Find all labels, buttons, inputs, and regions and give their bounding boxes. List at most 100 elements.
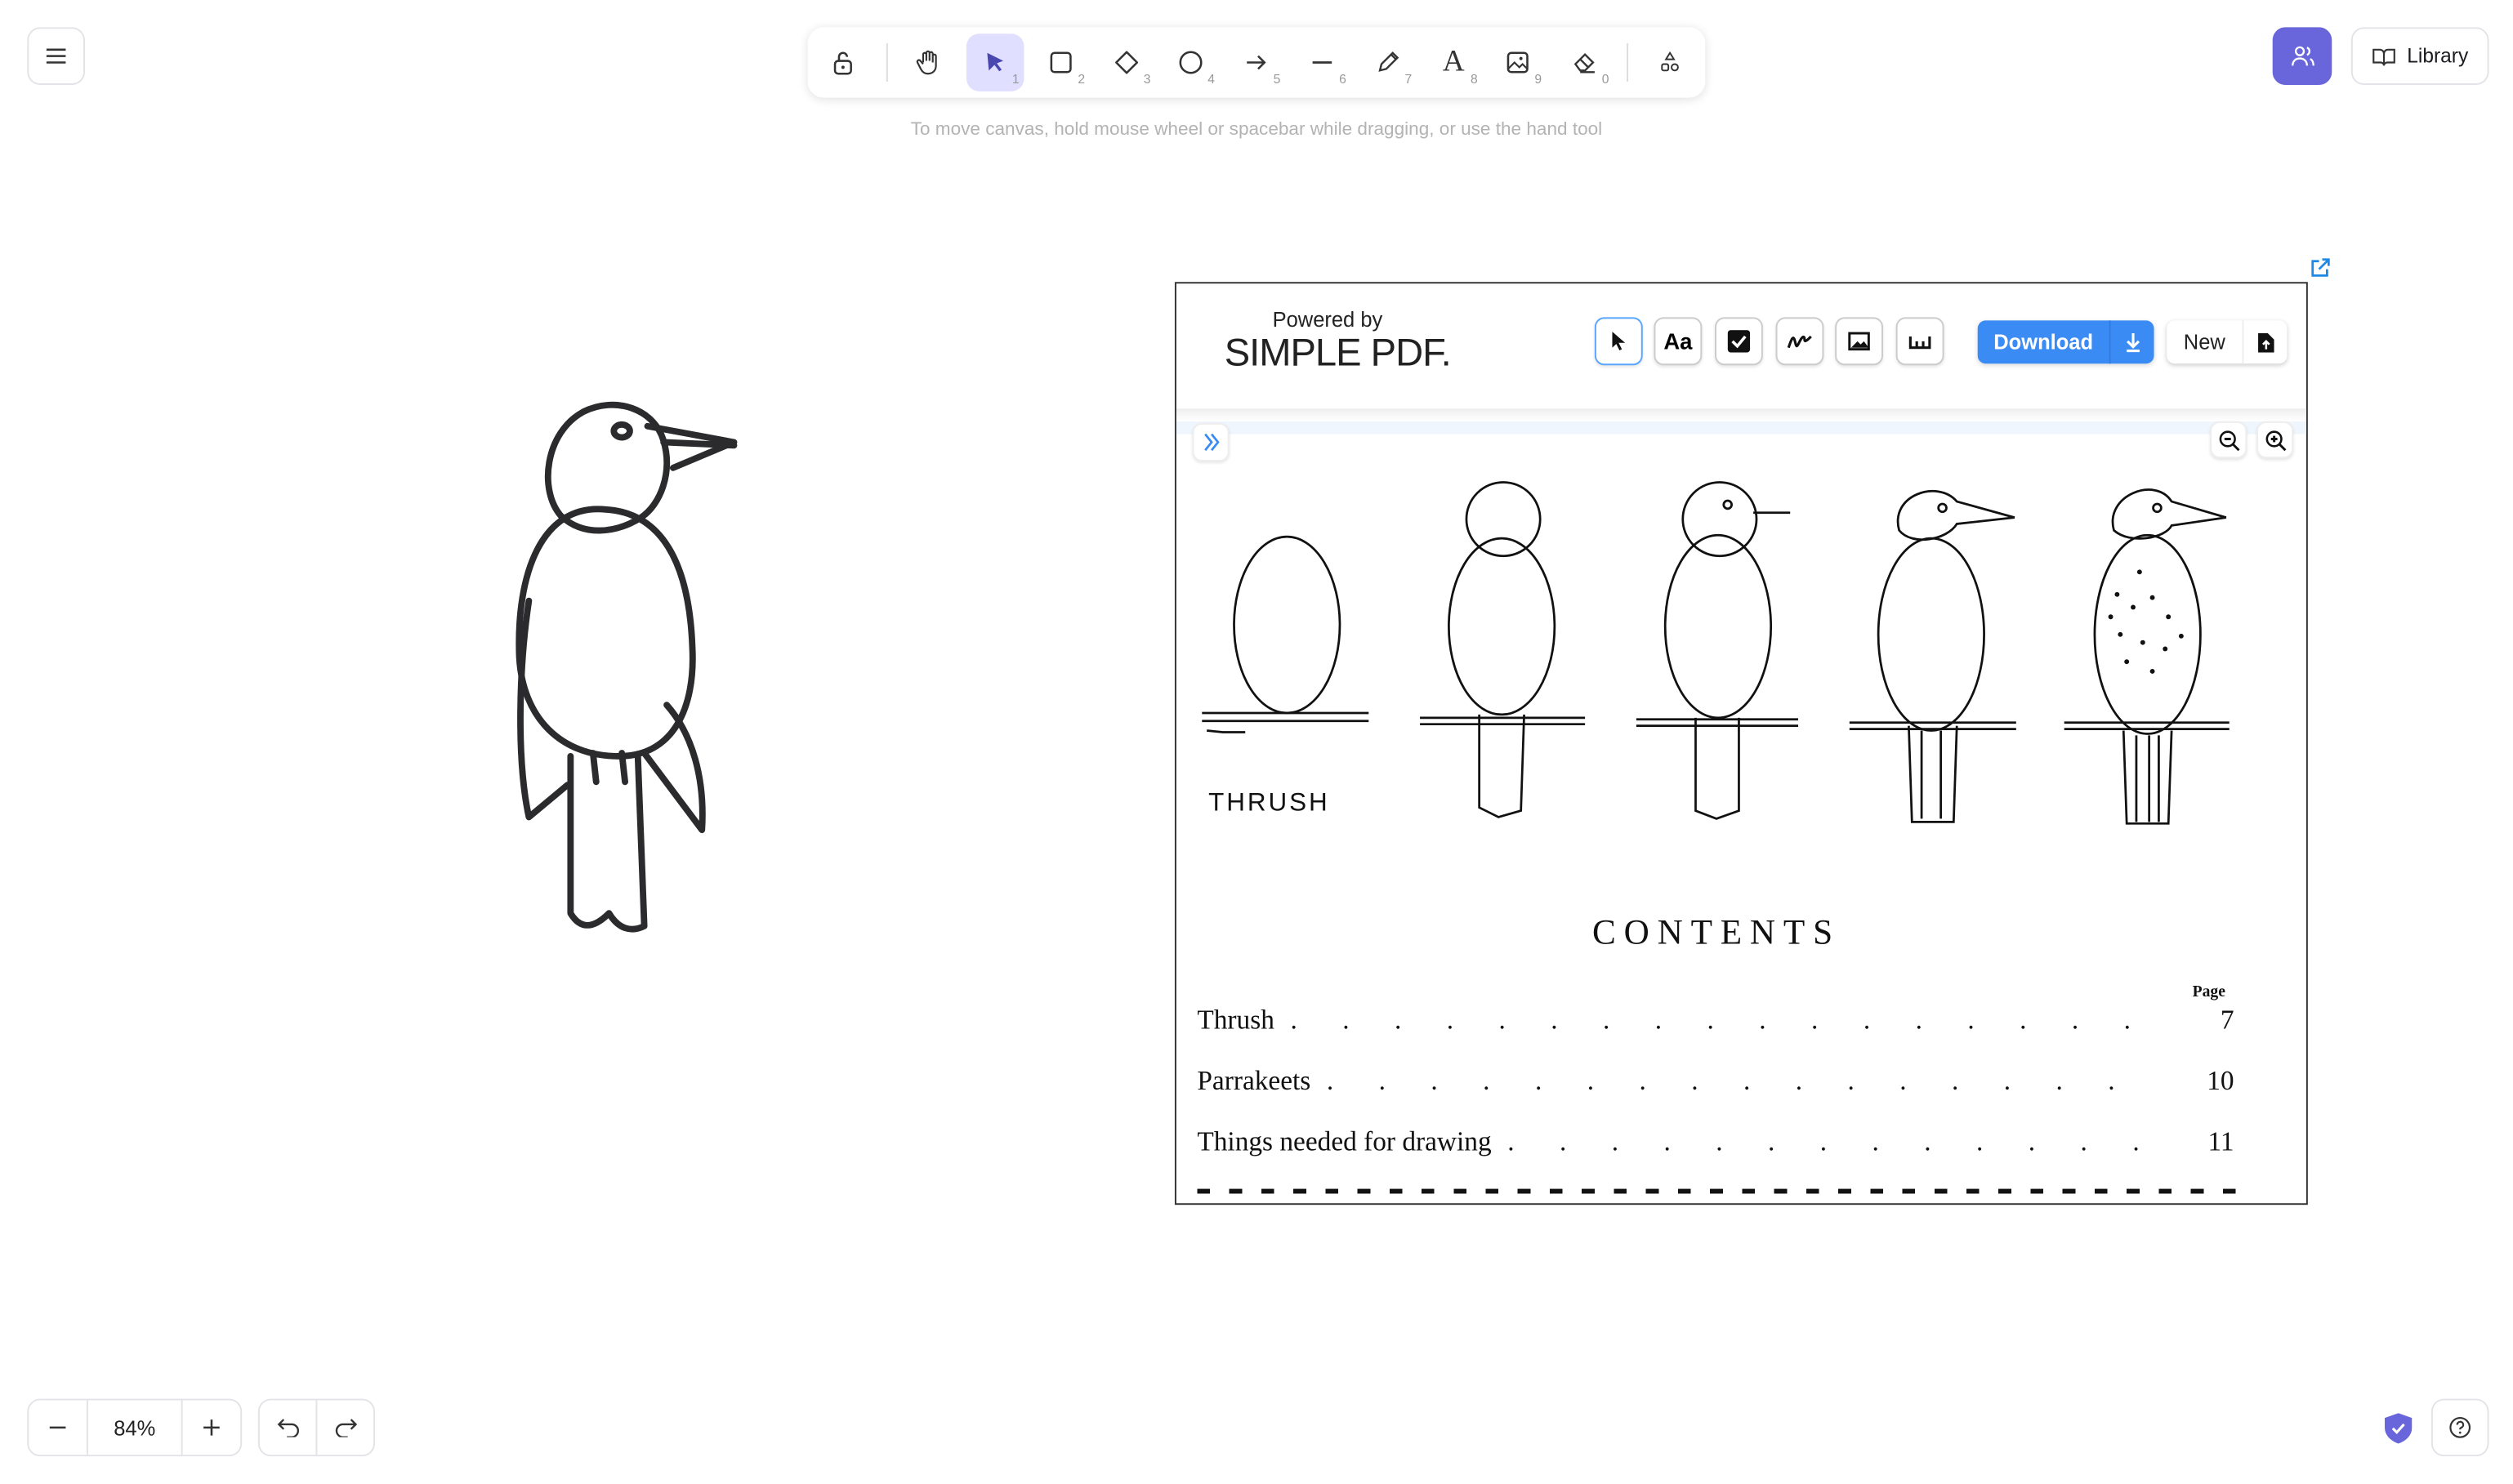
pdf-field-tool[interactable] (1895, 317, 1944, 366)
chevrons-right-icon (1203, 433, 1219, 452)
toc-page: 10 (2207, 1065, 2234, 1096)
zoom-in-pdf-button[interactable] (2256, 421, 2294, 459)
pdf-signature-tool[interactable] (1775, 317, 1824, 366)
pointer-icon (987, 52, 1004, 72)
image-icon (1506, 51, 1529, 74)
zoom-out-icon (2218, 430, 2239, 451)
redo-button[interactable] (317, 1401, 373, 1455)
file-upload-icon (2242, 320, 2287, 364)
zoom-in-icon (2265, 430, 2286, 451)
image-icon (1848, 332, 1870, 351)
tool-selection[interactable]: 1 (966, 33, 1024, 91)
minus-icon (49, 1426, 66, 1429)
text-field-icon (1908, 336, 1931, 350)
pdf-text-tool[interactable]: Aa (1654, 317, 1703, 366)
tool-hand[interactable] (900, 33, 958, 91)
toc-title: Thrush (1197, 1004, 1274, 1036)
zoom-out-button[interactable] (29, 1400, 88, 1455)
tool-ellipse[interactable]: 4 (1162, 33, 1220, 91)
shortcut-key: 1 (1011, 72, 1020, 87)
download-button[interactable]: Download (1977, 320, 2154, 364)
new-button[interactable]: New (2167, 320, 2288, 364)
tool-more-shapes[interactable] (1641, 33, 1699, 91)
toc-title: Parrakeets (1197, 1065, 1311, 1096)
line-icon (1312, 61, 1332, 64)
main-menu-button[interactable] (27, 27, 85, 85)
toc-leader: . . . . . . . . . . . . . . . . . . . . … (1326, 1065, 2154, 1096)
thrush-steps-illustration (1202, 481, 2230, 825)
shapes-icon (1661, 51, 1679, 72)
undo-button[interactable] (260, 1400, 318, 1455)
pdf-select-tool[interactable] (1594, 317, 1643, 366)
zoom-reset-button[interactable]: 84% (88, 1401, 181, 1455)
download-icon (2109, 320, 2154, 364)
tool-rectangle[interactable]: 2 (1032, 33, 1090, 91)
zoom-controls: 84% (27, 1398, 243, 1457)
shortcut-key: 4 (1207, 72, 1215, 87)
text-icon: A (1442, 44, 1465, 79)
undo-icon (276, 1419, 298, 1437)
help-icon (2449, 1417, 2471, 1438)
external-link-icon[interactable] (2310, 256, 2332, 279)
plus-icon (203, 1419, 220, 1436)
shortcut-key: 3 (1143, 72, 1151, 87)
shield-check-icon[interactable] (2385, 1413, 2413, 1444)
sidebar-toggle-button[interactable] (1192, 422, 1230, 461)
toc-page: 7 (2220, 1004, 2234, 1036)
canvas-hint: To move canvas, hold mouse wheel or spac… (910, 120, 1603, 140)
toolbar-shadow (1176, 408, 2306, 421)
lock-open-icon (833, 51, 852, 75)
library-label: Library (2407, 44, 2469, 68)
contents-title: CONTENTS (1592, 911, 1841, 952)
hand-icon (916, 50, 937, 75)
pointer-icon (1612, 332, 1626, 351)
zoom-in-button[interactable] (181, 1400, 241, 1455)
simple-pdf-logo: SIMPLE PDF. (1224, 332, 1452, 376)
toolbar-divider (1627, 42, 1629, 82)
cut-off-toc-line (1197, 1188, 2239, 1194)
shortcut-key: 8 (1470, 72, 1478, 87)
figure-label: THRUSH (1208, 790, 1330, 818)
redo-icon (334, 1419, 357, 1437)
signature-icon (1787, 335, 1812, 349)
toolbar-divider (886, 42, 888, 82)
tool-line[interactable]: 6 (1293, 33, 1351, 91)
checkbox-icon (1727, 330, 1751, 353)
freehand-bird-drawing[interactable] (481, 385, 770, 946)
pdf-embed: Powered by SIMPLE PDF. Aa Download New T… (1174, 282, 2308, 1205)
toc-title: Things needed for drawing (1197, 1126, 1492, 1157)
shortcut-key: 6 (1339, 72, 1346, 87)
square-icon (1050, 51, 1072, 74)
tool-arrow[interactable]: 5 (1228, 33, 1286, 91)
shortcut-key: 7 (1404, 72, 1413, 87)
pdf-image-tool[interactable] (1835, 317, 1883, 366)
tool-lock[interactable] (815, 33, 873, 91)
tool-draw[interactable]: 7 (1359, 33, 1417, 91)
pencil-icon (1378, 51, 1399, 72)
tool-text[interactable]: A 8 (1425, 33, 1483, 91)
history-controls (257, 1398, 376, 1457)
users-icon (2291, 46, 2314, 66)
shortcut-key: 2 (1078, 72, 1086, 87)
collaborate-button[interactable] (2272, 27, 2332, 85)
new-label: New (2183, 330, 2225, 354)
hamburger-icon (46, 48, 66, 64)
diamond-icon (1115, 51, 1139, 74)
help-button[interactable] (2430, 1398, 2489, 1457)
toc-entry: Thrush . . . . . . . . . . . . . . . . . … (1197, 1005, 2234, 1036)
pdf-checkbox-tool[interactable] (1715, 317, 1763, 366)
shortcut-key: 0 (1601, 72, 1609, 87)
toc-entry: Things needed for drawing . . . . . . . .… (1197, 1126, 2234, 1158)
eraser-icon (1573, 53, 1595, 74)
tool-image[interactable]: 9 (1489, 33, 1547, 91)
shortcut-key: 9 (1534, 72, 1542, 87)
toc-page: 11 (2207, 1126, 2234, 1157)
text-icon: Aa (1663, 328, 1693, 354)
book-icon (2372, 47, 2395, 65)
library-button[interactable]: Library (2350, 27, 2489, 85)
tool-eraser[interactable]: 0 (1556, 33, 1614, 91)
shapes-toolbar: 1 2 3 4 5 6 7 A 8 9 0 (807, 27, 1706, 98)
page-column-header: Page (2192, 983, 2225, 1002)
tool-diamond[interactable]: 3 (1098, 33, 1156, 91)
zoom-out-pdf-button[interactable] (2210, 421, 2247, 459)
